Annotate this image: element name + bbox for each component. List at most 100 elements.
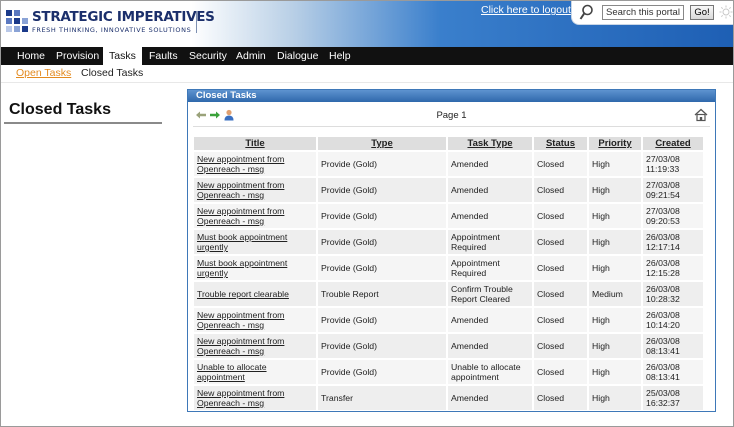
task-created-cell: 25/03/08 16:32:37 [643, 386, 705, 410]
task-title-link[interactable]: New appointment from Openreach - msg [197, 336, 284, 357]
task-title-link[interactable]: New appointment from Openreach - msg [197, 310, 284, 331]
logout-link[interactable]: Click here to logout [481, 4, 571, 16]
main-nav: Home Provision Tasks Faults Security Adm… [1, 47, 733, 65]
task-title-link[interactable]: Must book appointment urgently [197, 232, 287, 253]
nav-faults[interactable]: Faults [143, 47, 184, 65]
task-title-link[interactable]: Must book appointment urgently [197, 258, 287, 279]
created-date: 27/03/08 [646, 179, 680, 190]
task-title-link[interactable]: Trouble report clearable [197, 289, 289, 299]
column-header-title[interactable]: Title [194, 137, 318, 150]
page-indicator: Page 1 [436, 110, 467, 121]
brand-title: STRATEGIC IMPERATIVES [32, 9, 215, 25]
created-time: 16:32:37 [646, 398, 680, 408]
task-priority-cell: High [589, 204, 643, 228]
sub-nav: Open Tasks Closed Tasks [1, 65, 733, 83]
task-title-link[interactable]: New appointment from Openreach - msg [197, 180, 284, 201]
task-status-cell: Closed [534, 256, 589, 280]
search-input[interactable] [602, 5, 684, 20]
task-type-cell: Provide (Gold) [318, 360, 448, 384]
task-created-cell: 27/03/08 09:21:54 [643, 178, 705, 202]
task-task-type-cell: Amended [448, 308, 534, 332]
created-time: 10:28:32 [646, 294, 680, 304]
created-date: 25/03/08 [646, 387, 680, 398]
created-date: 26/03/08 [646, 309, 680, 320]
task-status-cell: Closed [534, 386, 589, 410]
task-created-cell: 26/03/08 10:14:20 [643, 308, 705, 332]
task-task-type-cell: Amended [448, 178, 534, 202]
app-window: STRATEGIC IMPERATIVES FRESH THINKING, IN… [0, 0, 734, 427]
created-time: 08:13:41 [646, 372, 680, 382]
nav-dialogue[interactable]: Dialogue [271, 47, 324, 65]
task-status-cell: Closed [534, 204, 589, 228]
task-status-cell: Closed [534, 334, 589, 358]
task-title-link[interactable]: New appointment from Openreach - msg [197, 154, 284, 175]
task-title-cell: New appointment from Openreach - msg [194, 334, 318, 358]
created-time: 11:19:33 [646, 164, 680, 174]
task-title-link[interactable]: New appointment from Openreach - msg [197, 388, 284, 409]
task-title-cell: New appointment from Openreach - msg [194, 178, 318, 202]
panel-title: Closed Tasks [188, 90, 715, 102]
home-icon[interactable] [694, 108, 708, 122]
task-type-cell: Provide (Gold) [318, 334, 448, 358]
task-priority-cell: High [589, 386, 643, 410]
table-row: Must book appointment urgently Provide (G… [194, 256, 705, 280]
task-title-cell: Unable to allocate appointment [194, 360, 318, 384]
created-time: 12:15:28 [646, 268, 680, 278]
table-row: New appointment from Openreach - msg Prov… [194, 152, 705, 176]
task-type-cell: Trouble Report [318, 282, 448, 306]
column-header-created[interactable]: Created [643, 137, 705, 150]
subnav-open-tasks[interactable]: Open Tasks [16, 67, 71, 79]
search-icon[interactable] [579, 4, 594, 21]
nav-admin[interactable]: Admin [230, 47, 272, 65]
created-time: 12:17:14 [646, 242, 680, 252]
task-title-cell: Must book appointment urgently [194, 256, 318, 280]
created-time: 09:20:53 [646, 216, 680, 226]
task-priority-cell: High [589, 360, 643, 384]
task-created-cell: 27/03/08 11:19:33 [643, 152, 705, 176]
created-time: 10:14:20 [646, 320, 680, 330]
nav-tasks[interactable]: Tasks [103, 47, 142, 65]
search-area: Go! [571, 1, 733, 25]
column-header-task-type[interactable]: Task Type [448, 137, 534, 150]
closed-tasks-panel: Closed Tasks Page 1 Title Type Task Type… [187, 89, 716, 412]
task-title-cell: New appointment from Openreach - msg [194, 204, 318, 228]
column-header-status[interactable]: Status [534, 137, 589, 150]
task-created-cell: 26/03/08 08:13:41 [643, 334, 705, 358]
task-type-cell: Provide (Gold) [318, 152, 448, 176]
task-created-cell: 26/03/08 12:17:14 [643, 230, 705, 254]
task-type-cell: Provide (Gold) [318, 256, 448, 280]
task-status-cell: Closed [534, 308, 589, 332]
brand: STRATEGIC IMPERATIVES FRESH THINKING, IN… [32, 9, 215, 34]
task-priority-cell: High [589, 308, 643, 332]
nav-home[interactable]: Home [11, 47, 51, 65]
created-time: 08:13:41 [646, 346, 680, 356]
subnav-closed-tasks[interactable]: Closed Tasks [81, 67, 143, 79]
task-task-type-cell: Amended [448, 334, 534, 358]
task-type-cell: Transfer [318, 386, 448, 410]
nav-help[interactable]: Help [323, 47, 357, 65]
task-type-cell: Provide (Gold) [318, 178, 448, 202]
column-header-type[interactable]: Type [318, 137, 448, 150]
task-title-link[interactable]: New appointment from Openreach - msg [197, 206, 284, 227]
created-time: 09:21:54 [646, 190, 680, 200]
go-button[interactable]: Go! [690, 5, 714, 20]
task-status-cell: Closed [534, 230, 589, 254]
created-date: 26/03/08 [646, 231, 680, 242]
task-title-cell: New appointment from Openreach - msg [194, 152, 318, 176]
task-title-cell: New appointment from Openreach - msg [194, 308, 318, 332]
task-priority-cell: High [589, 152, 643, 176]
task-title-link[interactable]: Unable to allocate appointment [197, 362, 267, 383]
table-row: Trouble report clearable Trouble Report Co… [194, 282, 705, 306]
task-title-cell: New appointment from Openreach - msg [194, 386, 318, 410]
sun-icon [719, 5, 733, 19]
column-header-priority[interactable]: Priority [589, 137, 643, 150]
table-row: New appointment from Openreach - msg Prov… [194, 308, 705, 332]
task-status-cell: Closed [534, 152, 589, 176]
task-task-type-cell: Appointment Required [448, 256, 534, 280]
task-status-cell: Closed [534, 360, 589, 384]
nav-security[interactable]: Security [183, 47, 233, 65]
logo-icon [6, 10, 28, 32]
table-row: New appointment from Openreach - msg Prov… [194, 334, 705, 358]
task-created-cell: 26/03/08 12:15:28 [643, 256, 705, 280]
nav-provision[interactable]: Provision [50, 47, 105, 65]
